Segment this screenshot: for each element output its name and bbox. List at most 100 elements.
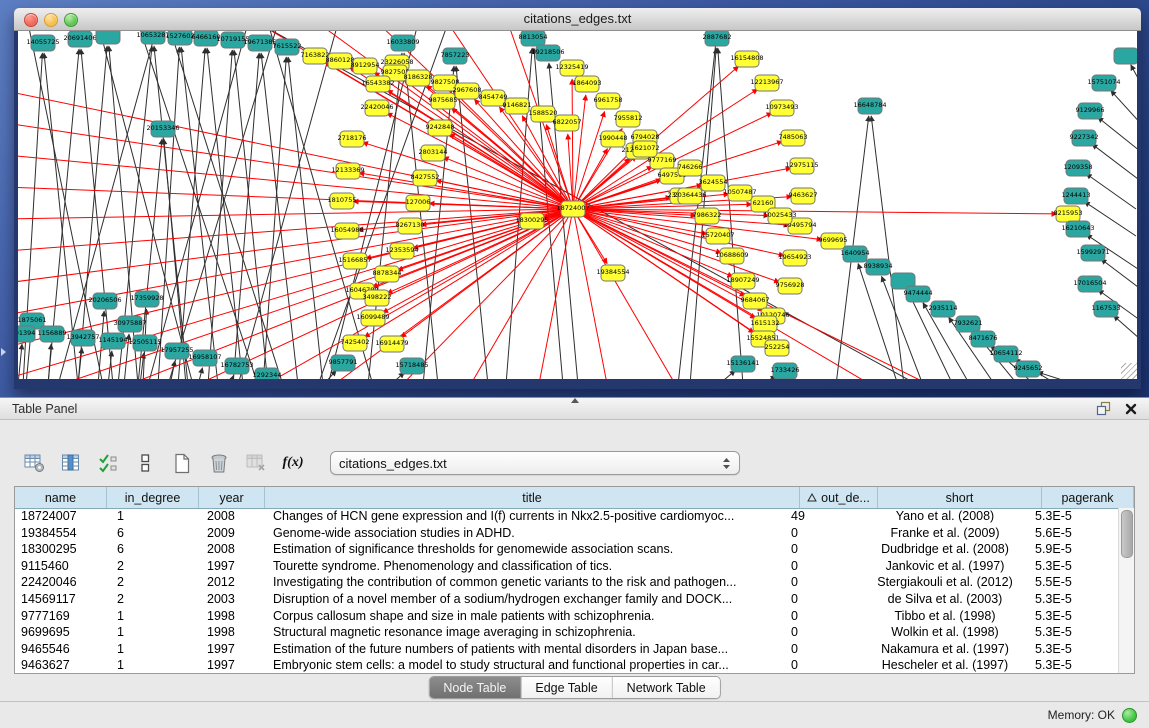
- graph-node[interactable]: 18724007: [556, 201, 589, 217]
- new-column-icon[interactable]: [170, 451, 194, 475]
- graph-node[interactable]: 20691406: [63, 31, 96, 47]
- graph-node[interactable]: 12505115: [128, 335, 161, 351]
- table-row[interactable]: 2242004622012Investigating the contribut…: [15, 574, 1119, 591]
- graph-node[interactable]: 9875685: [429, 93, 458, 109]
- graph-node[interactable]: 12213967: [750, 75, 783, 91]
- table-row[interactable]: 946554611997Estimation of the future num…: [15, 641, 1119, 658]
- graph-node[interactable]: 7986322: [693, 208, 722, 224]
- column-header-pagerank[interactable]: pagerank: [1042, 487, 1134, 508]
- graph-node[interactable]: 7955812: [614, 111, 643, 127]
- column-header-in-degree[interactable]: in_degree: [107, 487, 199, 508]
- graph-node[interactable]: 1990448: [599, 131, 628, 147]
- graph-node[interactable]: 2718176: [338, 131, 367, 147]
- graph-node[interactable]: 20153346: [146, 121, 179, 137]
- graph-node[interactable]: 16210643: [1061, 221, 1094, 237]
- graph-node[interactable]: 1527602: [166, 31, 195, 45]
- graph-node[interactable]: 12975115: [785, 158, 818, 174]
- graph-node[interactable]: 1733426: [771, 363, 800, 379]
- graph-node[interactable]: 9756928: [776, 278, 805, 294]
- graph-node[interactable]: 9684067: [741, 293, 770, 309]
- table-selector-dropdown[interactable]: citations_edges.txt: [330, 451, 740, 475]
- graph-node[interactable]: 17016504: [1073, 276, 1106, 292]
- graph-node[interactable]: 15166857: [338, 253, 371, 269]
- scrollbar-thumb[interactable]: [1121, 510, 1133, 558]
- graph-node[interactable]: 12353594: [385, 243, 418, 259]
- column-header-out-degree[interactable]: out_de...: [800, 487, 878, 508]
- graph-node[interactable]: 1156889: [38, 326, 67, 342]
- graph-node[interactable]: 15718485: [395, 358, 428, 374]
- table-row[interactable]: 1830029562008Estimation of significance …: [15, 541, 1119, 558]
- graph-node[interactable]: 1640954: [841, 246, 870, 262]
- graph-node[interactable]: [96, 31, 120, 44]
- graph-node[interactable]: 16154808: [730, 51, 763, 67]
- splitter-collapse-arrow[interactable]: [1, 348, 6, 356]
- graph-node[interactable]: 3624554: [699, 175, 728, 191]
- graph-node[interactable]: 13942757: [66, 330, 99, 346]
- column-header-title[interactable]: title: [265, 487, 800, 508]
- graph-node[interactable]: 12133369: [331, 163, 364, 179]
- graph-node[interactable]: 10654112: [989, 346, 1022, 362]
- graph-node[interactable]: 9699695: [819, 233, 848, 249]
- graph-node[interactable]: 15992971: [1076, 245, 1109, 261]
- graph-node[interactable]: 2887682: [703, 31, 732, 46]
- graph-node[interactable]: 7425402: [341, 335, 370, 351]
- graph-node[interactable]: 8938934: [864, 259, 893, 275]
- graph-node[interactable]: 7615522: [273, 39, 302, 55]
- graph-node[interactable]: 9474444: [904, 286, 933, 302]
- table-row[interactable]: 1938455462009Genome-wide association stu…: [15, 525, 1119, 542]
- graph-node[interactable]: 1244413: [1062, 188, 1091, 204]
- graph-node[interactable]: 7857223: [441, 48, 470, 64]
- graph-node[interactable]: 22420046: [360, 100, 393, 116]
- graph-node[interactable]: 10507487: [723, 185, 756, 201]
- graph-node[interactable]: 2803144: [419, 145, 448, 161]
- tab-network-table[interactable]: Network Table: [613, 677, 720, 698]
- graph-node[interactable]: 6822057: [553, 115, 582, 131]
- graph-node[interactable]: 12325419: [555, 60, 588, 76]
- graph-node[interactable]: 18300295: [515, 213, 548, 229]
- splitter-handle[interactable]: [571, 398, 579, 403]
- graph-node[interactable]: 9242848: [426, 120, 455, 136]
- close-panel-icon[interactable]: [1125, 403, 1137, 415]
- graph-node[interactable]: 20206506: [88, 293, 121, 309]
- graph-node[interactable]: 8912954: [351, 58, 380, 74]
- window-resize-grip[interactable]: [1121, 363, 1137, 379]
- graph-node[interactable]: 127006: [406, 195, 431, 211]
- delete-table-icon[interactable]: [244, 451, 268, 475]
- graph-node[interactable]: 16033809: [386, 35, 419, 51]
- graph-node[interactable]: 8267130: [396, 218, 425, 234]
- graph-node[interactable]: 1615132: [751, 316, 780, 332]
- graph-node[interactable]: 17359928: [130, 291, 163, 307]
- graph-node[interactable]: 14055725: [26, 35, 59, 51]
- column-header-year[interactable]: year: [199, 487, 265, 508]
- graph-node[interactable]: 10688609: [715, 248, 748, 264]
- graph-node[interactable]: 16914479: [375, 336, 408, 352]
- graph-node[interactable]: 9227342: [1070, 130, 1099, 146]
- graph-node[interactable]: 1621072: [631, 141, 660, 157]
- graph-node[interactable]: 15720407: [701, 228, 734, 244]
- graph-node[interactable]: 18907249: [726, 273, 759, 289]
- function-builder-icon[interactable]: f(x): [281, 451, 305, 475]
- graph-node[interactable]: 1810755: [328, 193, 357, 209]
- graph-node[interactable]: 8471676: [969, 331, 998, 347]
- graph-node[interactable]: 3498222: [363, 290, 392, 306]
- graph-node[interactable]: 19654923: [778, 250, 811, 266]
- select-rows-icon[interactable]: [96, 451, 120, 475]
- graph-node[interactable]: 19384554: [596, 265, 629, 281]
- network-view[interactable]: 1872400771638228860128891295423226058982…: [18, 31, 1137, 379]
- graph-node[interactable]: 1167533: [1092, 301, 1121, 317]
- graph-node[interactable]: 10973493: [765, 100, 798, 116]
- graph-node[interactable]: 8186328: [404, 70, 433, 86]
- graph-node[interactable]: 16099489: [356, 310, 389, 326]
- select-column-icon[interactable]: [59, 451, 83, 475]
- column-header-short[interactable]: short: [878, 487, 1042, 508]
- graph-node[interactable]: 2935114: [929, 301, 958, 317]
- graph-node[interactable]: 7485063: [779, 130, 808, 146]
- graph-node[interactable]: 1864093: [573, 76, 602, 92]
- table-row[interactable]: 946362711997Embryonic stem cells: a mode…: [15, 657, 1119, 673]
- graph-node[interactable]: 15136141: [726, 356, 759, 372]
- graph-node[interactable]: 10025433: [763, 208, 796, 224]
- graph-node[interactable]: 746266: [678, 160, 703, 176]
- network-canvas[interactable]: 1872400771638228860128891295423226058982…: [18, 31, 1137, 379]
- graph-node[interactable]: 7932621: [954, 316, 983, 332]
- graph-node[interactable]: 391394: [18, 326, 35, 342]
